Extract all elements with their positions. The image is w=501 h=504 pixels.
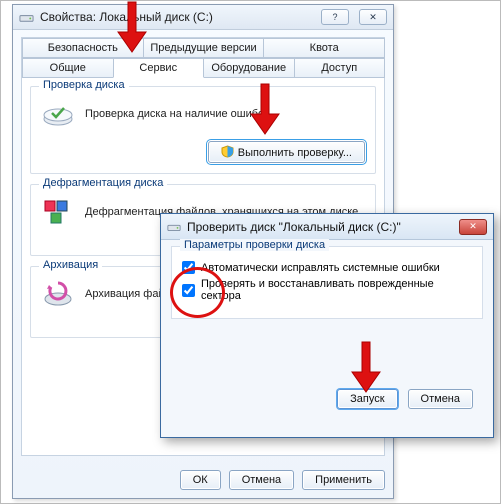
drive-icon (19, 10, 34, 25)
tab-quota[interactable]: Квота (263, 38, 385, 58)
option-scan-sectors-checkbox[interactable] (182, 284, 195, 297)
check-cancel-button[interactable]: Отмена (408, 389, 473, 409)
properties-button-row: ОК Отмена Применить (21, 470, 385, 490)
close-button[interactable]: ✕ (359, 9, 387, 25)
drive-check-icon (41, 97, 75, 131)
check-disk-button-row: Запуск Отмена (171, 379, 483, 409)
group-backup-title: Архивация (39, 259, 102, 271)
option-fix-errors[interactable]: Автоматически исправлять системные ошибк… (182, 261, 472, 274)
tab-sharing[interactable]: Доступ (294, 58, 386, 78)
tab-hardware[interactable]: Оборудование (203, 58, 295, 78)
group-check-disk-title: Проверка диска (39, 79, 129, 91)
group-check-disk: Проверка диска Проверка диска на наличие… (30, 86, 376, 174)
ok-button[interactable]: ОК (180, 470, 221, 490)
run-check-button[interactable]: Выполнить проверку... (208, 141, 365, 163)
shield-icon (221, 145, 234, 158)
tab-strip: Безопасность Предыдущие версии Квота Общ… (22, 38, 384, 78)
check-disk-title: Проверить диск "Локальный диск (C:)" (187, 220, 449, 234)
option-fix-errors-label: Автоматически исправлять системные ошибк… (201, 262, 440, 274)
tab-tools[interactable]: Сервис (113, 58, 205, 78)
properties-title: Свойства: Локальный диск (C:) (40, 10, 311, 24)
properties-titlebar[interactable]: Свойства: Локальный диск (C:) ? ✕ (13, 5, 393, 30)
check-disk-desc: Проверка диска на наличие ошибок. (85, 108, 272, 120)
check-options-group: Параметры проверки диска Автоматически и… (171, 246, 483, 319)
option-scan-sectors[interactable]: Проверять и восстанавливать поврежденные… (182, 278, 472, 302)
check-disk-titlebar[interactable]: Проверить диск "Локальный диск (C:)" ✕ (161, 214, 493, 240)
check-disk-close-button[interactable]: ✕ (459, 219, 487, 235)
cancel-button[interactable]: Отмена (229, 470, 294, 490)
defrag-icon (41, 195, 75, 229)
option-scan-sectors-label: Проверять и восстанавливать поврежденные… (201, 278, 472, 302)
check-disk-dialog: Проверить диск "Локальный диск (C:)" ✕ П… (160, 213, 494, 438)
backup-icon (41, 277, 75, 311)
apply-button[interactable]: Применить (302, 470, 385, 490)
check-options-title: Параметры проверки диска (180, 239, 329, 251)
start-button[interactable]: Запуск (337, 389, 397, 409)
help-button[interactable]: ? (321, 9, 349, 25)
tab-security[interactable]: Безопасность (22, 38, 144, 58)
option-fix-errors-checkbox[interactable] (182, 261, 195, 274)
tab-previous-versions[interactable]: Предыдущие версии (143, 38, 265, 58)
tab-general[interactable]: Общие (22, 58, 114, 78)
group-defrag-title: Дефрагментация диска (39, 177, 167, 189)
run-check-label: Выполнить проверку... (238, 147, 352, 159)
drive-icon (167, 220, 181, 234)
